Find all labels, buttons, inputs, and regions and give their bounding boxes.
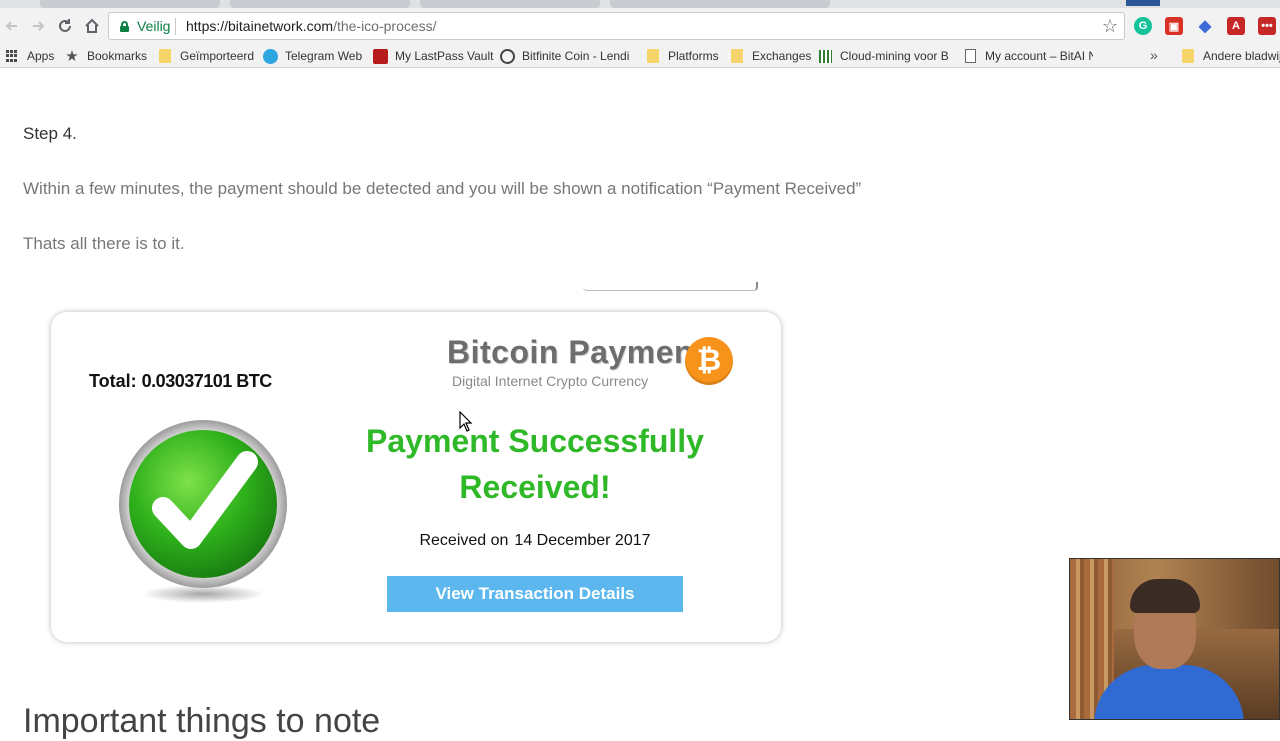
bookmark-label: Platforms — [668, 49, 719, 63]
star-icon: ★ — [65, 48, 79, 65]
window-button[interactable] — [1126, 0, 1160, 6]
bookmark-label: Bitfinite Coin - Lendi — [522, 49, 630, 63]
bookmark-label: Exchanges — [752, 49, 812, 63]
browser-tab[interactable] — [610, 0, 830, 8]
brand-title: Bitcoin Payment — [447, 334, 706, 370]
back-button[interactable] — [0, 14, 24, 38]
bookmark-label: Telegram Web — [285, 49, 363, 63]
success-line-1: Payment Successfully — [366, 423, 704, 459]
bookmark-label: My LastPass Vault — [395, 49, 494, 63]
mouse-cursor-icon — [459, 411, 473, 432]
lock-icon — [120, 21, 129, 32]
success-line-2: Received! — [459, 469, 611, 505]
forward-button[interactable] — [26, 14, 50, 38]
browser-toolbar: Veilig https://bitainetwork.com/the-ico-… — [0, 8, 1280, 44]
bookmark-label: Geïmporteerd — [180, 49, 255, 63]
bookmark-lastpass-vault[interactable]: My LastPass Vault — [372, 47, 493, 65]
received-date: 14 December 2017 — [514, 532, 651, 549]
url-separator — [175, 18, 176, 35]
bookmark-star-icon[interactable]: ☆ — [1100, 16, 1120, 36]
home-icon — [85, 18, 99, 33]
total-value: 0.03037101 BTC — [141, 371, 273, 391]
bookmark-folder-geimporteerd[interactable]: Geïmporteerd — [157, 47, 254, 65]
home-button[interactable] — [80, 14, 104, 38]
success-message: Payment Successfully Received! — [335, 418, 735, 510]
received-label: Received on — [419, 532, 509, 549]
bookmark-label: Cloud-mining voor B — [840, 49, 948, 63]
folder-icon — [645, 48, 661, 64]
bitcoin-logo-icon: ₿ — [685, 337, 733, 385]
total-label: Total: — [89, 371, 137, 391]
browser-tab[interactable] — [40, 0, 220, 8]
bookmark-telegram-web[interactable]: Telegram Web — [262, 47, 362, 65]
apps-grid-icon — [4, 48, 20, 64]
telegram-icon — [262, 48, 278, 64]
bookmark-folder-other[interactable]: Andere bladwij — [1180, 47, 1280, 65]
ethereum-extension-icon[interactable]: ◆ — [1196, 17, 1214, 35]
bookmark-bitfinite[interactable]: Bitfinite Coin - Lendi — [499, 47, 629, 65]
page-icon — [962, 48, 978, 64]
bookmark-bookmarks[interactable]: ★ Bookmarks — [64, 47, 147, 65]
folder-icon — [729, 48, 745, 64]
bookmark-my-account-bitai[interactable]: My account – BitAI N — [962, 47, 1093, 65]
folder-icon — [157, 48, 173, 64]
bookmark-cloud-mining[interactable]: Cloud-mining voor B — [817, 47, 948, 65]
payment-confirmation-card: Total: 0.03037101 BTC Bitcoin Payment Di… — [51, 312, 781, 642]
reload-icon — [59, 19, 71, 32]
bookmark-label: Andere bladwij — [1203, 49, 1280, 63]
lastpass-extension-icon[interactable]: ••• — [1258, 17, 1276, 35]
checkmark-icon — [119, 416, 287, 606]
bookmark-label: My account – BitAI N — [985, 49, 1093, 63]
tab-strip — [0, 0, 1280, 8]
address-bar[interactable]: Veilig https://bitainetwork.com/the-ico-… — [108, 12, 1125, 40]
cropped-element — [583, 282, 758, 291]
bookmark-folder-platforms[interactable]: Platforms — [645, 47, 719, 65]
bitfinite-icon — [499, 48, 515, 64]
bookmarks-overflow-button[interactable]: » — [1150, 47, 1158, 63]
webcam-overlay — [1069, 558, 1280, 720]
bookmark-label: Bookmarks — [87, 49, 148, 63]
grammarly-extension-icon[interactable]: G — [1134, 17, 1152, 35]
browser-tab[interactable] — [230, 0, 410, 8]
closing-text: Thats all there is to it. — [23, 234, 185, 253]
grid-icon — [817, 48, 833, 64]
save-extension-icon[interactable]: ▣ — [1165, 17, 1183, 35]
bookmark-label: Apps — [27, 49, 55, 63]
bookmark-apps[interactable]: Apps — [4, 47, 54, 65]
step-heading: Step 4. — [23, 124, 77, 143]
back-arrow-icon — [5, 21, 17, 31]
reload-button[interactable] — [53, 14, 77, 38]
folder-icon — [1180, 48, 1196, 64]
brand-subtitle: Digital Internet Crypto Currency — [452, 373, 649, 389]
acrobat-extension-icon[interactable]: A — [1227, 17, 1245, 35]
browser-tab[interactable] — [420, 0, 600, 8]
instruction-text: Within a few minutes, the payment should… — [23, 179, 862, 198]
view-transaction-details-button[interactable]: View Transaction Details — [387, 576, 683, 612]
section-heading: Important things to note — [23, 702, 381, 740]
lastpass-icon — [372, 48, 388, 64]
bookmark-folder-exchanges[interactable]: Exchanges — [729, 47, 811, 65]
forward-arrow-icon — [33, 21, 45, 31]
url-text[interactable]: https://bitainetwork.com/the-ico-process… — [186, 18, 437, 34]
bookmarks-bar: Apps ★ Bookmarks Geïmporteerd Telegram W… — [0, 44, 1280, 68]
received-date-line: Received on 14 December 2017 — [335, 532, 735, 550]
total-amount: Total: 0.03037101 BTC — [89, 371, 272, 392]
security-label: Veilig — [137, 18, 171, 34]
